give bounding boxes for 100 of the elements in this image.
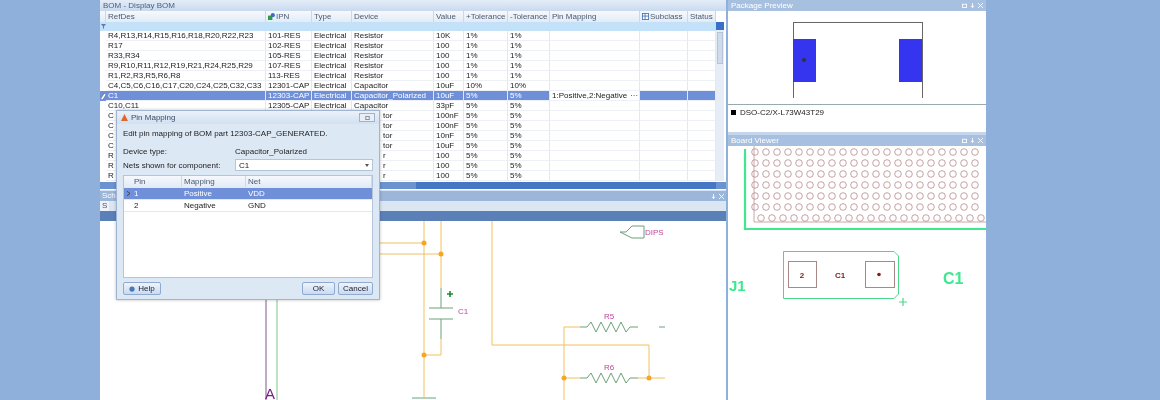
dialog-button[interactable]: OK <box>302 282 335 295</box>
junction-dot <box>438 251 444 257</box>
table-cell: tor <box>383 121 393 130</box>
table-cell: 10nF <box>436 131 455 140</box>
table-cell: 1% <box>510 61 522 70</box>
table-cell: 1% <box>466 41 478 50</box>
table-cell: Positive <box>184 189 212 198</box>
pad-label: 2 <box>799 271 805 280</box>
pin-icon[interactable] <box>970 3 975 8</box>
component-label: C1 <box>458 307 469 316</box>
table-cell: 10% <box>510 81 526 90</box>
legend-swatch <box>731 110 736 115</box>
table-cell: 1% <box>510 31 522 40</box>
table-cell: 5% <box>466 171 478 180</box>
pencil-icon <box>100 92 106 100</box>
component-label: R5 <box>603 312 615 321</box>
table-cell: 5% <box>510 121 522 130</box>
table-cell: C <box>108 141 114 150</box>
table-cell: 2 <box>134 201 139 210</box>
restore-icon[interactable] <box>962 3 967 8</box>
plus-icon <box>446 290 454 298</box>
table-cell: 5% <box>466 111 478 120</box>
column-header[interactable]: Mapping <box>182 176 246 187</box>
field-label: Nets shown for component: <box>123 160 222 170</box>
table-cell: Electrical <box>314 81 347 90</box>
dialog-button[interactable]: Cancel <box>338 282 373 295</box>
table-cell: Capacitor_Polarized <box>354 91 427 100</box>
table-cell: 1:Positive,2:Negative <box>552 91 628 100</box>
table-cell: 100 <box>436 161 450 170</box>
pin-icon[interactable] <box>711 193 716 199</box>
table-cell: C1 <box>108 91 119 100</box>
table-cell: R <box>108 161 114 170</box>
component-label: R6 <box>603 363 615 372</box>
junction-dot <box>421 352 427 358</box>
vertical-scrollbar[interactable] <box>716 22 724 181</box>
table-cell: 5% <box>510 141 522 150</box>
capacitor-symbol <box>428 287 454 340</box>
grid-row[interactable]: 2 Negative GND <box>124 200 372 212</box>
table-cell: Electrical <box>314 31 347 40</box>
table-cell: Resistor <box>354 61 384 70</box>
table-cell: 100 <box>436 61 450 70</box>
help-icon <box>129 285 136 292</box>
table-cell: 1% <box>466 71 478 80</box>
table-cell: 113-RES <box>268 71 300 80</box>
component-label: DIPS <box>645 228 664 237</box>
tab[interactable]: S <box>100 201 110 211</box>
table-cell: 107-RES <box>268 61 301 70</box>
table-cell: C10,C11 <box>108 101 139 110</box>
table-cell: 1% <box>466 31 478 40</box>
table-cell: Resistor <box>354 71 384 80</box>
panel-title: Board Viewer <box>731 135 779 146</box>
table-cell: Electrical <box>314 41 347 50</box>
table-cell: Electrical <box>314 51 347 60</box>
help-button[interactable]: Help <box>123 282 161 295</box>
table-cell: Capacitor <box>354 81 389 90</box>
table-cell: R17 <box>108 41 123 50</box>
table-cell: 5% <box>466 151 478 160</box>
ellipsis-button[interactable]: ··· <box>627 91 642 100</box>
restore-icon[interactable] <box>962 138 967 143</box>
column-header[interactable]: Net <box>246 176 372 187</box>
table-cell: 5% <box>466 121 478 130</box>
table-cell: Resistor <box>354 51 384 60</box>
table-cell: 100 <box>436 151 450 160</box>
pin-icon[interactable] <box>970 138 975 143</box>
table-cell: 12303-CAP <box>268 91 310 100</box>
table-cell: R <box>108 151 114 160</box>
resistor-symbol <box>579 321 639 333</box>
plus-icon <box>898 297 908 307</box>
table-cell: R4,R13,R14,R15,R16,R18,R20,R22,R23 <box>108 31 254 40</box>
table-cell: R <box>108 171 114 180</box>
column-header[interactable]: Pin <box>132 176 182 187</box>
table-cell: 105-RES <box>268 51 301 60</box>
table-cell: 100 <box>436 171 450 180</box>
table-cell: 1% <box>466 51 478 60</box>
connector-symbol <box>619 225 645 239</box>
table-cell: R33,R34 <box>108 51 140 60</box>
table-cell: 100 <box>436 71 450 80</box>
table-cell: 100nF <box>436 121 459 130</box>
table-cell: Electrical <box>314 91 347 100</box>
table-cell: tor <box>383 141 393 150</box>
table-cell: C <box>108 111 114 120</box>
table-cell: VDD <box>248 189 265 198</box>
table-cell: 10uF <box>436 141 455 150</box>
table-cell: 10uF <box>436 91 455 100</box>
table-cell: 1 <box>134 189 139 198</box>
table-cell: R1,R2,R3,R5,R6,R8 <box>108 71 181 80</box>
table-cell: 1% <box>510 71 522 80</box>
table-cell: 1% <box>510 51 522 60</box>
row-pointer-icon <box>126 191 130 196</box>
table-cell: 10K <box>436 31 451 40</box>
table-cell: 5% <box>466 101 478 110</box>
table-cell: C <box>108 121 114 130</box>
panel-title: BOM - Display BOM <box>100 0 726 11</box>
junction-dot <box>421 240 427 246</box>
component-dropdown[interactable]: C1 <box>235 159 373 171</box>
grid-icon <box>642 13 649 20</box>
table-cell: Electrical <box>314 101 347 110</box>
close-button[interactable] <box>359 113 375 122</box>
table-cell: 5% <box>466 131 478 140</box>
table-cell: r <box>383 151 386 160</box>
